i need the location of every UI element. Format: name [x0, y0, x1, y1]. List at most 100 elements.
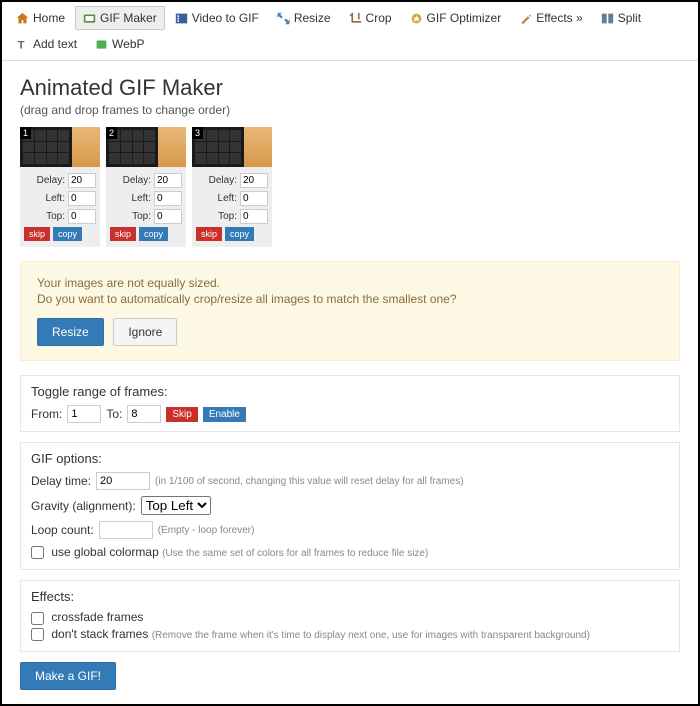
warning-text-1: Your images are not equally sized.	[37, 276, 663, 290]
ignore-button[interactable]: Ignore	[113, 318, 177, 346]
toggle-title: Toggle range of frames:	[31, 384, 669, 399]
nav-split-label: Split	[618, 11, 641, 25]
frame-copy-button[interactable]: copy	[53, 227, 82, 241]
dontstack-label: don't stack frames	[51, 627, 148, 641]
split-icon	[601, 12, 614, 25]
nav-video[interactable]: Video to GIF	[167, 6, 267, 30]
nav-effects-label: Effects »	[536, 11, 582, 25]
main-content: Animated GIF Maker (drag and drop frames…	[2, 61, 698, 704]
webp-icon	[95, 38, 108, 51]
nav-split[interactable]: Split	[593, 6, 649, 30]
frame-copy-button[interactable]: copy	[225, 227, 254, 241]
nav-home-label: Home	[33, 11, 65, 25]
delay-input[interactable]	[68, 173, 96, 188]
loop-label: Loop count:	[31, 523, 94, 537]
delay-input[interactable]	[240, 173, 268, 188]
colormap-note: (Use the same set of colors for all fram…	[162, 548, 428, 559]
optimizer-icon	[410, 12, 423, 25]
left-input[interactable]	[154, 191, 182, 206]
nav-addtext[interactable]: T Add text	[8, 32, 85, 56]
nav-crop[interactable]: Crop	[341, 6, 400, 30]
from-label: From:	[31, 407, 62, 421]
left-label: Left:	[46, 193, 65, 204]
nav-home[interactable]: Home	[8, 6, 73, 30]
resize-button[interactable]: Resize	[37, 318, 104, 346]
top-input[interactable]	[68, 209, 96, 224]
colormap-label: use global colormap	[51, 545, 158, 559]
left-input[interactable]	[68, 191, 96, 206]
to-input[interactable]	[127, 405, 161, 423]
nav-crop-label: Crop	[366, 11, 392, 25]
frame-item[interactable]: 1 Delay: Left: Top: skipcopy	[20, 127, 100, 247]
page-title: Animated GIF Maker	[20, 75, 680, 101]
left-label: Left:	[218, 193, 237, 204]
loop-input[interactable]	[99, 521, 153, 539]
frame-copy-button[interactable]: copy	[139, 227, 168, 241]
home-icon	[16, 12, 29, 25]
resize-icon	[277, 12, 290, 25]
left-input[interactable]	[240, 191, 268, 206]
frame-skip-button[interactable]: skip	[196, 227, 222, 241]
top-label: Top:	[132, 211, 151, 222]
top-label: Top:	[46, 211, 65, 222]
gifmaker-icon	[83, 12, 96, 25]
nav-gifmaker-label: GIF Maker	[100, 11, 157, 25]
nav-effects[interactable]: Effects »	[511, 6, 590, 30]
top-input[interactable]	[240, 209, 268, 224]
svg-text:T: T	[18, 39, 25, 50]
frame-skip-button[interactable]: skip	[110, 227, 136, 241]
frame-thumbnail: 1	[20, 127, 100, 167]
frame-item[interactable]: 2 Delay: Left: Top: skipcopy	[106, 127, 186, 247]
nav-addtext-label: Add text	[33, 37, 77, 51]
delaytime-note: (in 1/100 of second, changing this value…	[155, 476, 464, 487]
make-gif-button[interactable]: Make a GIF!	[20, 662, 116, 690]
delaytime-input[interactable]	[96, 472, 150, 490]
delaytime-label: Delay time:	[31, 474, 91, 488]
frame-number: 1	[20, 127, 31, 139]
delay-label: Delay:	[209, 175, 237, 186]
top-input[interactable]	[154, 209, 182, 224]
gif-options-section: GIF options: Delay time: (in 1/100 of se…	[20, 442, 680, 570]
nav-optimizer[interactable]: GIF Optimizer	[402, 6, 510, 30]
delay-label: Delay:	[37, 175, 65, 186]
effects-section: Effects: crossfade frames don't stack fr…	[20, 580, 680, 652]
dontstack-checkbox[interactable]	[31, 628, 44, 641]
top-label: Top:	[218, 211, 237, 222]
crossfade-checkbox[interactable]	[31, 612, 44, 625]
nav-webp-label: WebP	[112, 37, 144, 51]
warning-text-2: Do you want to automatically crop/resize…	[37, 292, 663, 306]
nav-optimizer-label: GIF Optimizer	[427, 11, 502, 25]
gravity-label: Gravity (alignment):	[31, 499, 136, 513]
effects-icon	[519, 12, 532, 25]
toggle-range-section: Toggle range of frames: From: To: Skip E…	[20, 375, 680, 432]
delay-input[interactable]	[154, 173, 182, 188]
colormap-checkbox[interactable]	[31, 546, 44, 559]
page-subtitle: (drag and drop frames to change order)	[20, 103, 680, 117]
nav-webp[interactable]: WebP	[87, 32, 152, 56]
range-skip-button[interactable]: Skip	[166, 407, 197, 422]
dontstack-note: (Remove the frame when it's time to disp…	[152, 630, 590, 641]
range-enable-button[interactable]: Enable	[203, 407, 246, 422]
crop-icon	[349, 12, 362, 25]
frame-skip-button[interactable]: skip	[24, 227, 50, 241]
frames-row: 1 Delay: Left: Top: skipcopy 2 Delay: Le…	[20, 127, 680, 247]
loop-note: (Empty - loop forever)	[158, 525, 255, 536]
nav-resize[interactable]: Resize	[269, 6, 339, 30]
nav-video-label: Video to GIF	[192, 11, 259, 25]
frame-number: 2	[106, 127, 117, 139]
frame-number: 3	[192, 127, 203, 139]
frame-item[interactable]: 3 Delay: Left: Top: skipcopy	[192, 127, 272, 247]
gravity-select[interactable]: Top Left	[141, 496, 211, 515]
resize-warning: Your images are not equally sized. Do yo…	[20, 261, 680, 361]
frame-thumbnail: 3	[192, 127, 272, 167]
delay-label: Delay:	[123, 175, 151, 186]
to-label: To:	[106, 407, 122, 421]
addtext-icon: T	[16, 38, 29, 51]
crossfade-label: crossfade frames	[51, 610, 143, 624]
from-input[interactable]	[67, 405, 101, 423]
video-icon	[175, 12, 188, 25]
left-label: Left:	[132, 193, 151, 204]
options-title: GIF options:	[31, 451, 669, 466]
frame-thumbnail: 2	[106, 127, 186, 167]
nav-gifmaker[interactable]: GIF Maker	[75, 6, 165, 30]
